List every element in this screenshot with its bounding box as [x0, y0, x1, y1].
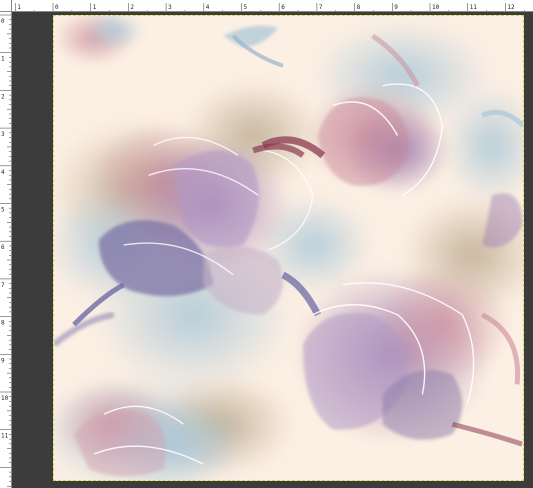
ruler-label: 8 [357, 4, 361, 11]
ruler-label: 5 [244, 4, 248, 11]
canvas-area[interactable] [12, 12, 533, 488]
editor-window: 1 0 1 2 3 4 5 6 7 8 9 10 11 12 0 1 2 3 4 5 6 7 8 9 10 11 [0, 0, 533, 488]
vertical-ruler[interactable]: 0 1 2 3 4 5 6 7 8 9 10 11 [0, 12, 12, 488]
ruler-label: 8 [1, 320, 5, 327]
ruler-label: 10 [432, 4, 440, 11]
ruler-label: 7 [1, 282, 5, 289]
ruler-label: 2 [1, 93, 5, 100]
ruler-label: 3 [1, 131, 5, 138]
ruler-label: 0 [1, 18, 5, 25]
horizontal-ruler-ticks: 1 0 1 2 3 4 5 6 7 8 9 10 11 12 [14, 3, 525, 11]
ruler-label: 3 [168, 4, 172, 11]
flower-top-left [54, 16, 284, 68]
ruler-label: 1 [93, 4, 97, 11]
horizontal-ruler[interactable]: 1 0 1 2 3 4 5 6 7 8 9 10 11 12 [12, 0, 533, 12]
ruler-label: 2 [130, 4, 134, 11]
ruler-label: 6 [281, 4, 285, 11]
ruler-label: 9 [1, 357, 5, 364]
ruler-label: 12 [507, 4, 515, 11]
ruler-label: 9 [394, 4, 398, 11]
ruler-label: 11 [470, 4, 478, 11]
ruler-label: 4 [1, 169, 5, 176]
ruler-label: 0 [55, 4, 59, 11]
ruler-label: 1 [17, 4, 21, 11]
ruler-label: 10 [1, 395, 9, 402]
document-canvas[interactable] [53, 15, 524, 481]
floral-artwork [54, 16, 523, 480]
ruler-label: 6 [1, 244, 5, 251]
ruler-corner[interactable] [0, 0, 12, 12]
ruler-label: 1 [1, 56, 5, 63]
ruler-label: 11 [1, 433, 9, 440]
vertical-ruler-ticks: 0 1 2 3 4 5 6 7 8 9 10 11 [0, 14, 11, 487]
ruler-label: 4 [206, 4, 210, 11]
ruler-label: 5 [1, 207, 5, 214]
ruler-label: 7 [319, 4, 323, 11]
